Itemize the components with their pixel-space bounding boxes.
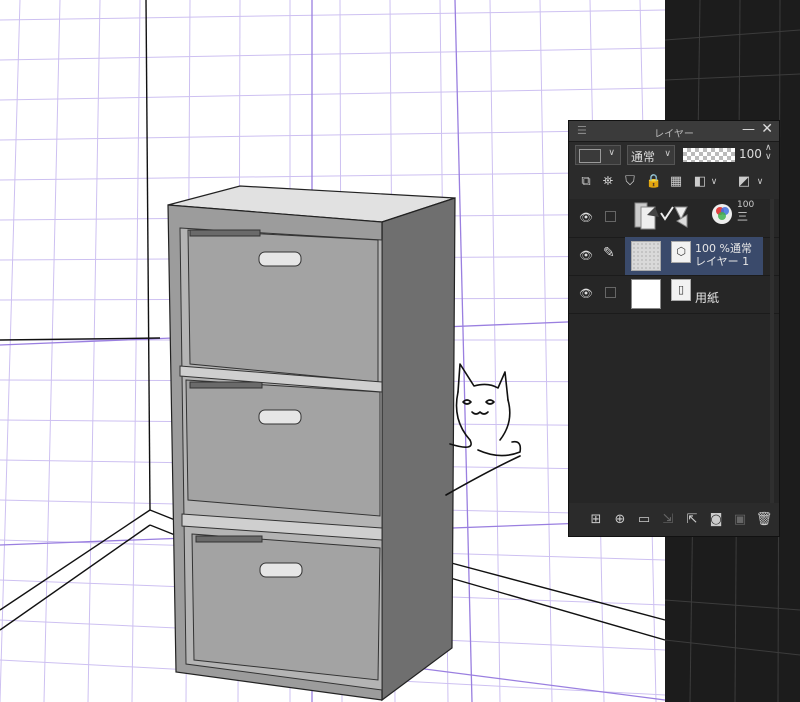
layer-bottom-toolbar: ⊞ ⊕ ▭ ⇲ ⇱ ◙ ▣ 🗑 <box>569 507 779 533</box>
layer-thumbnail <box>631 279 661 309</box>
apply-mask-icon[interactable]: ▣ <box>731 511 749 529</box>
draft-layer-icon[interactable]: ⛉ <box>621 173 639 191</box>
color-swatch-icon <box>579 149 601 163</box>
eye-icon[interactable]: 👁 <box>579 249 593 262</box>
clip-layer-icon[interactable]: ⧉ <box>577 173 595 191</box>
layer-panel: ☰ レイヤー — ✕ ∨ 通常 ∨ 100 ∧ ∨ ⧉ ⛯ ⛉ 🔒 ▦ ◧ ∨ ◩… <box>568 120 780 537</box>
pen-icon: ✎ <box>603 245 615 261</box>
eye-icon[interactable]: 👁 <box>579 211 593 224</box>
opacity-stepper-icon[interactable]: ∧ ∨ <box>765 144 772 162</box>
create-mask-icon[interactable]: ◙ <box>707 511 725 529</box>
new-vector-layer-icon[interactable]: ⊕ <box>611 511 629 529</box>
new-raster-layer-icon[interactable]: ⊞ <box>587 511 605 529</box>
chevron-down-icon: ∨ <box>608 148 615 158</box>
reference-layer-icon[interactable]: ⛯ <box>599 173 617 191</box>
close-button[interactable]: ✕ <box>761 121 773 137</box>
new-folder-icon[interactable]: ▭ <box>635 511 653 529</box>
expression-color-dropdown[interactable]: ∨ <box>575 145 621 165</box>
blend-mode-value: 通常 <box>631 150 656 164</box>
chevron-down-icon[interactable]: ∨ <box>705 173 723 191</box>
layer-checkbox[interactable] <box>605 287 616 298</box>
chevron-down-icon: ∨ <box>664 149 671 159</box>
folder-opacity-fragment: 100 <box>737 200 755 210</box>
blend-mode-dropdown[interactable]: 通常 ∨ <box>627 145 675 165</box>
lock-transparency-icon[interactable]: ▦ <box>667 173 685 191</box>
layer-list: 👁 100 三 👁 ✎ ⬡ 100 %通常 レイヤー 1 👁 ▯ 用紙 <box>569 199 779 503</box>
minimize-button[interactable]: — <box>742 122 755 137</box>
lock-icon[interactable]: 🔒 <box>645 173 663 191</box>
transfer-down-icon[interactable]: ⇲ <box>659 511 677 529</box>
layer-name: 用紙 <box>695 291 720 305</box>
paper-layer-icon: ▯ <box>671 279 691 301</box>
merge-down-icon[interactable]: ⇱ <box>683 511 701 529</box>
layer-thumbnail <box>631 241 661 271</box>
trash-icon[interactable]: 🗑 <box>755 511 773 529</box>
folder-layer-icon <box>634 202 688 230</box>
layer-row-paper[interactable]: 👁 ▯ 用紙 <box>569 275 779 314</box>
3d-layer-icon: ⬡ <box>671 241 691 263</box>
chevron-down-icon[interactable]: ∨ <box>751 173 769 191</box>
layer-name: レイヤー 1 <box>695 255 750 268</box>
panel-titlebar[interactable]: ☰ レイヤー — ✕ <box>569 121 779 142</box>
color-channel-icon <box>712 204 732 224</box>
opacity-slider[interactable] <box>683 148 735 162</box>
eye-icon[interactable]: 👁 <box>579 287 593 300</box>
layer-checkbox[interactable] <box>605 211 616 222</box>
layer-list-scrollbar[interactable] <box>767 199 777 503</box>
layer-row-folder[interactable]: 👁 100 三 <box>569 199 779 238</box>
opacity-value[interactable]: 100 <box>739 147 762 161</box>
folder-mode-fragment: 三 <box>737 210 748 223</box>
layer-row-raster[interactable]: 👁 ✎ ⬡ 100 %通常 レイヤー 1 <box>569 237 779 276</box>
